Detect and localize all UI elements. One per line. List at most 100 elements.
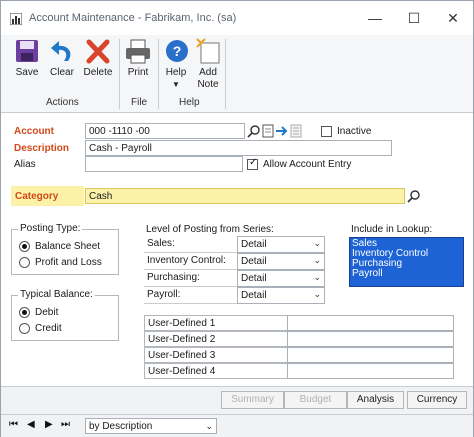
user-defined-label: User-Defined 1 xyxy=(144,315,287,331)
credit-radio[interactable] xyxy=(19,323,30,334)
delete-label: Delete xyxy=(83,67,113,78)
posting-level-value: Detail xyxy=(241,256,267,267)
debit-label: Debit xyxy=(35,307,59,318)
save-label: Save xyxy=(15,67,39,78)
save-button[interactable]: Save xyxy=(11,37,43,79)
save-icon xyxy=(16,40,38,62)
dropdown-arrow-icon: ▼ xyxy=(172,80,180,89)
next-record-icon[interactable]: ▶ xyxy=(45,419,53,430)
budget-button[interactable]: Budget xyxy=(284,391,347,409)
clear-button[interactable]: Clear xyxy=(45,37,79,79)
posting-level-select[interactable]: Detail ⌄ xyxy=(237,270,325,287)
window-title: Account Maintenance - Fabrikam, Inc. (sa… xyxy=(29,12,237,24)
typical-balance-group xyxy=(11,295,119,341)
user-defined-row: User-Defined 1 xyxy=(144,315,454,331)
delete-button[interactable]: Delete xyxy=(81,37,115,79)
user-defined-row: User-Defined 3 xyxy=(144,347,454,363)
help-button[interactable]: ? Help ▼ xyxy=(161,37,191,91)
group-label-actions: Actions xyxy=(46,97,79,108)
user-defined-field[interactable] xyxy=(287,347,454,363)
posting-row-sales: Sales: Detail ⌄ xyxy=(144,236,325,253)
sort-by-value: by Description xyxy=(89,421,153,432)
user-defined-field[interactable] xyxy=(287,315,454,331)
inactive-checkbox[interactable] xyxy=(321,126,332,137)
ribbon-toolbar: Save Clear Delete Print ? Help ▼ Add Not… xyxy=(1,35,473,113)
first-record-icon[interactable]: ⏮ xyxy=(9,419,18,430)
user-defined-field[interactable] xyxy=(287,331,454,347)
help-label: Help xyxy=(165,67,187,78)
posting-row-purchasing: Purchasing: Detail ⌄ xyxy=(144,270,325,287)
user-defined-row: User-Defined 4 xyxy=(144,363,454,379)
group-label-help: Help xyxy=(179,97,200,108)
posting-level-select[interactable]: Detail ⌄ xyxy=(237,236,325,253)
account-field[interactable]: 000 -1110 -00 xyxy=(85,123,245,139)
chevron-down-icon: ⌄ xyxy=(313,289,321,299)
last-record-icon[interactable]: ⏭ xyxy=(61,419,70,430)
browse-bar xyxy=(1,414,473,437)
sort-by-select[interactable]: by Description ⌄ xyxy=(85,418,217,434)
clear-label: Clear xyxy=(50,67,74,78)
posting-series-title: Level of Posting from Series: xyxy=(146,224,274,235)
alias-field[interactable] xyxy=(85,156,243,172)
balance-sheet-label: Balance Sheet xyxy=(35,241,101,252)
app-icon xyxy=(10,13,22,25)
description-label: Description xyxy=(14,143,70,154)
group-separator xyxy=(119,39,120,109)
chevron-down-icon: ⌄ xyxy=(313,272,321,282)
lookup-title: Include in Lookup: xyxy=(351,224,433,235)
include-in-lookup-list[interactable]: Sales Inventory Control Purchasing Payro… xyxy=(349,237,464,287)
print-label: Print xyxy=(127,67,149,78)
lookup-item[interactable]: Payroll xyxy=(352,269,461,279)
inactive-label: Inactive xyxy=(337,126,372,137)
analysis-button[interactable]: Analysis xyxy=(347,391,404,409)
posting-level-value: Detail xyxy=(241,239,267,250)
maximize-icon[interactable]: ☐ xyxy=(405,10,423,26)
previous-record-icon[interactable]: ◀ xyxy=(27,419,35,430)
list-icon[interactable] xyxy=(289,124,303,138)
posting-row-label: Purchasing: xyxy=(144,270,237,287)
posting-level-value: Detail xyxy=(241,290,267,301)
lookup-icon[interactable] xyxy=(247,124,261,138)
category-field[interactable]: Cash xyxy=(85,188,405,204)
chevron-down-icon: ⌄ xyxy=(313,255,321,265)
category-label: Category xyxy=(15,191,59,202)
balance-sheet-radio[interactable] xyxy=(19,241,30,252)
close-icon[interactable]: ✕ xyxy=(444,10,462,26)
print-button[interactable]: Print xyxy=(122,37,154,79)
posting-level-select[interactable]: Detail ⌄ xyxy=(237,287,325,304)
account-label: Account xyxy=(14,126,54,137)
profit-and-loss-radio[interactable] xyxy=(19,257,30,268)
posting-level-value: Detail xyxy=(241,273,267,284)
debit-radio[interactable] xyxy=(19,307,30,318)
posting-row-label: Payroll: xyxy=(144,287,237,304)
chevron-down-icon: ⌄ xyxy=(205,421,213,431)
posting-row-label: Inventory Control: xyxy=(144,253,237,270)
summary-button[interactable]: Summary xyxy=(221,391,284,409)
description-field[interactable]: Cash - Payroll xyxy=(85,140,392,156)
undo-icon xyxy=(51,41,71,61)
posting-type-group xyxy=(11,229,119,275)
posting-type-title: Posting Type: xyxy=(18,223,83,234)
lookup-icon[interactable] xyxy=(407,189,421,203)
chevron-down-icon: ⌄ xyxy=(313,238,321,248)
posting-row-payroll: Payroll: Detail ⌄ xyxy=(144,287,325,304)
user-defined-row: User-Defined 2 xyxy=(144,331,454,347)
credit-label: Credit xyxy=(35,323,62,334)
add-note-button[interactable]: Add Note xyxy=(193,37,223,91)
user-defined-label: User-Defined 3 xyxy=(144,347,287,363)
group-label-file: File xyxy=(131,97,148,108)
minimize-icon[interactable]: — xyxy=(366,10,384,26)
user-defined-label: User-Defined 4 xyxy=(144,363,287,379)
group-separator xyxy=(158,39,159,109)
allow-account-entry-checkbox[interactable] xyxy=(247,157,258,170)
user-defined-field[interactable] xyxy=(287,363,454,379)
help-icon: ? xyxy=(166,40,188,62)
profit-and-loss-label: Profit and Loss xyxy=(35,257,102,268)
currency-button[interactable]: Currency xyxy=(407,391,467,409)
document-icon[interactable] xyxy=(261,124,275,138)
posting-level-select[interactable]: Detail ⌄ xyxy=(237,253,325,270)
allow-account-entry-label: Allow Account Entry xyxy=(263,159,352,170)
account-maintenance-window: Account Maintenance - Fabrikam, Inc. (sa… xyxy=(0,0,474,437)
note-icon xyxy=(196,38,220,64)
arrow-right-icon[interactable] xyxy=(275,124,289,138)
